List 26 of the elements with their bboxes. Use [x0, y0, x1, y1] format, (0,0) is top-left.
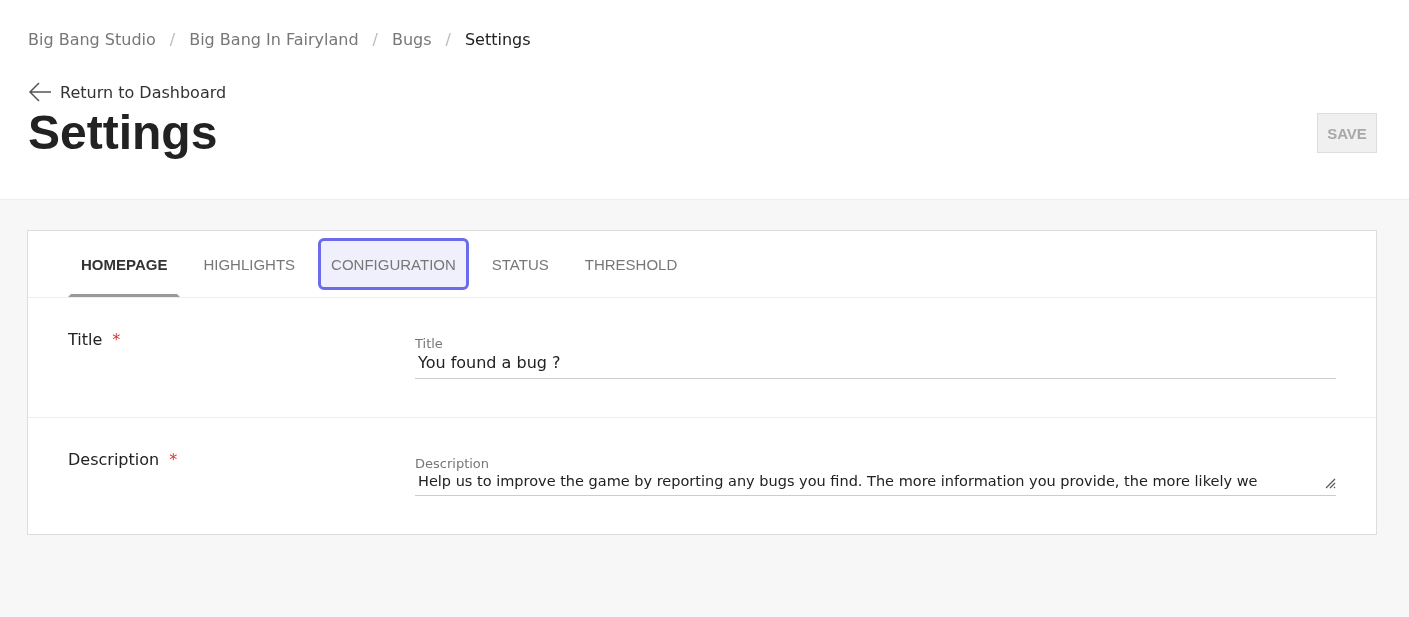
tab[interactable]: STATUS — [478, 231, 562, 297]
required-mark: * — [112, 330, 121, 351]
breadcrumb-separator: / — [372, 30, 378, 49]
return-link[interactable]: Return to Dashboard — [28, 81, 227, 103]
floating-label: Title — [415, 336, 444, 351]
breadcrumb-link[interactable]: Big Bang Studio — [28, 30, 156, 49]
breadcrumb-separator: / — [169, 30, 176, 49]
field-label: Description — [68, 450, 160, 471]
breadcrumb-link[interactable]: Big Bang In Fairyland — [189, 30, 359, 49]
tab[interactable]: HIGHLIGHTS — [190, 231, 309, 297]
input-field[interactable]: Title You found a bug ? — [415, 330, 1336, 379]
tab[interactable]: THRESHOLD — [571, 231, 691, 297]
field-value: You found a bug ? — [417, 353, 562, 372]
breadcrumb-separator: / — [445, 30, 451, 49]
input-field[interactable]: Description Help us to improve the game by reporting any bugs you find. The more information you provide, the more likely we — [415, 450, 1336, 496]
resize-handle-icon[interactable] — [1324, 477, 1336, 489]
breadcrumb-link[interactable]: Settings — [464, 30, 531, 49]
floating-label: Description — [415, 456, 491, 471]
field-label: Title — [68, 330, 103, 351]
required-mark: * — [169, 450, 178, 471]
field-value: Help us to improve the game by reporting any bugs you find. The more information you provide, the more likely we — [418, 473, 1258, 489]
tab[interactable]: CONFIGURATION — [318, 238, 469, 290]
breadcrumb-link[interactable]: Bugs — [391, 30, 432, 49]
page-title: Settings — [28, 107, 218, 160]
tab[interactable]: HOMEPAGE — [68, 231, 181, 297]
back-arrow-icon — [28, 81, 52, 103]
